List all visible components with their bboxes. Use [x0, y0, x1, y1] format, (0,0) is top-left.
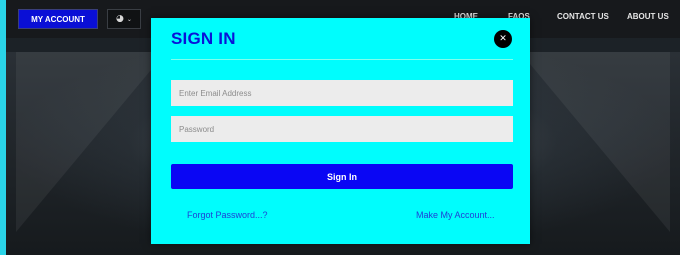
my-account-button[interactable]: MY ACCOUNT — [18, 9, 98, 29]
forgot-password-link[interactable]: Forgot Password...? — [187, 210, 268, 220]
close-icon: ✕ — [499, 34, 507, 44]
nav-contact-us[interactable]: CONTACT US — [557, 12, 609, 21]
light-ray-right — [520, 52, 670, 232]
nav-about-us[interactable]: ABOUT US — [627, 12, 669, 21]
chevron-down-icon: ⌄ — [126, 15, 132, 23]
modal-title: SIGN IN — [171, 29, 236, 48]
password-field[interactable] — [171, 116, 513, 142]
sign-in-button[interactable]: Sign In — [171, 164, 513, 189]
close-button[interactable]: ✕ — [494, 30, 512, 48]
email-field[interactable] — [171, 80, 513, 106]
user-menu-dropdown[interactable]: ◕ ⌄ — [107, 9, 141, 29]
light-ray-left — [16, 52, 166, 232]
modal-divider — [171, 59, 513, 60]
sign-in-modal: SIGN IN ✕ Sign In Forgot Password...? Ma… — [151, 18, 530, 244]
create-account-link[interactable]: Make My Account... — [416, 210, 495, 220]
user-circle-icon: ◕ — [116, 14, 124, 24]
